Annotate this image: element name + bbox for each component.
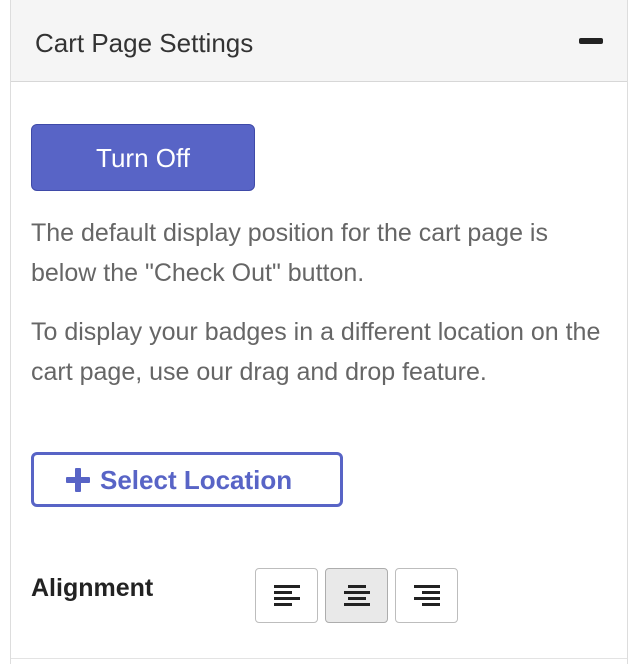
select-location-label: Select Location xyxy=(100,465,293,495)
panel-title: Cart Page Settings xyxy=(35,28,254,58)
align-right-button[interactable] xyxy=(395,568,458,623)
align-center-icon xyxy=(344,585,370,606)
divider xyxy=(11,658,627,659)
cart-page-settings-panel: Cart Page Settings Turn Off The default … xyxy=(10,0,628,664)
drag-drop-description: To display your badges in a different lo… xyxy=(31,318,601,386)
default-position-description: The default display position for the car… xyxy=(31,219,548,287)
align-right-icon xyxy=(414,585,440,606)
align-left-button[interactable] xyxy=(255,568,318,623)
plus-icon xyxy=(66,468,90,492)
panel-header: Cart Page Settings xyxy=(11,0,627,82)
align-left-icon xyxy=(274,585,300,606)
minus-icon[interactable] xyxy=(579,38,603,44)
align-center-button[interactable] xyxy=(325,568,388,623)
select-location-button[interactable]: Select Location xyxy=(31,452,343,507)
turn-off-button[interactable]: Turn Off xyxy=(31,124,255,191)
alignment-label: Alignment xyxy=(31,574,154,602)
